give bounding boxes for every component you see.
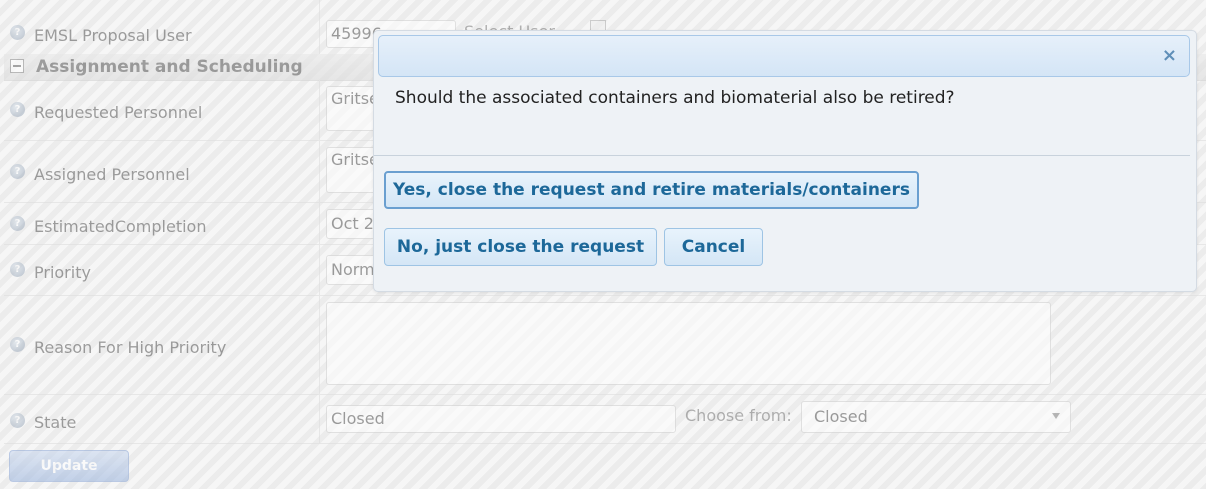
dialog-divider xyxy=(374,155,1190,156)
field-label: Assigned Personnel xyxy=(34,165,190,184)
field-label: Priority xyxy=(34,263,91,282)
retire-materials-button[interactable]: Yes, close the request and retire materi… xyxy=(384,171,919,209)
field-label: Requested Personnel xyxy=(34,103,203,122)
section-title: Assignment and Scheduling xyxy=(36,57,303,77)
dialog-message: Should the associated containers and bio… xyxy=(395,88,955,108)
field-label: EMSL Proposal User xyxy=(34,26,192,45)
close-icon[interactable]: × xyxy=(1162,47,1177,65)
help-icon[interactable]: ? xyxy=(10,102,25,117)
close-request-button[interactable]: No, just close the request xyxy=(384,228,657,266)
collapse-icon[interactable] xyxy=(10,59,24,73)
state-input[interactable]: Closed xyxy=(326,405,676,433)
reason-textarea[interactable] xyxy=(326,302,1051,385)
help-icon[interactable]: ? xyxy=(10,164,25,179)
state-select-value: Closed xyxy=(814,407,868,426)
cancel-button[interactable]: Cancel xyxy=(664,228,763,266)
update-button[interactable]: Update xyxy=(9,450,129,482)
state-select[interactable]: Closed xyxy=(801,401,1071,433)
choose-from-label: Choose from: xyxy=(685,406,792,425)
dialog-titlebar[interactable]: × xyxy=(378,35,1190,77)
field-label: EstimatedCompletion xyxy=(34,217,207,236)
field-label: State xyxy=(34,413,77,432)
form-row-reason-high-priority: ? Reason For High Priority xyxy=(4,296,1206,395)
help-icon[interactable]: ? xyxy=(10,262,25,277)
help-icon[interactable]: ? xyxy=(10,25,25,40)
help-icon[interactable]: ? xyxy=(10,337,25,352)
chevron-down-icon xyxy=(1052,413,1060,419)
field-label: Reason For High Priority xyxy=(34,338,227,357)
help-icon[interactable]: ? xyxy=(10,413,25,428)
help-icon[interactable]: ? xyxy=(10,216,25,231)
confirm-dialog: × Should the associated containers and b… xyxy=(373,30,1197,292)
form-row-state: ? State Closed Choose from: Closed xyxy=(4,395,1206,444)
